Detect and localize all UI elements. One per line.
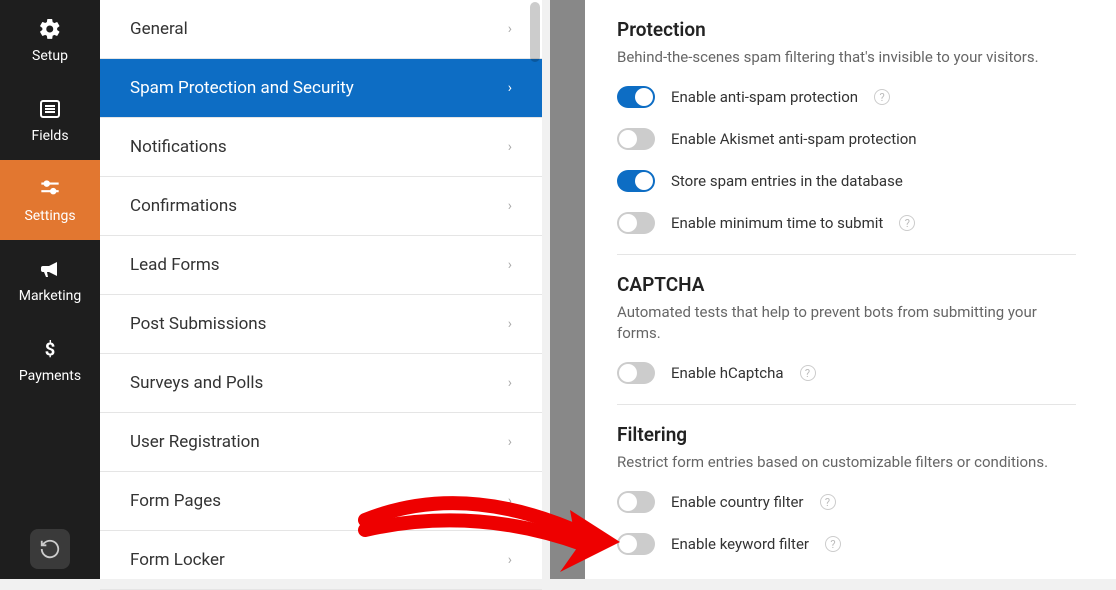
- chevron-right-icon: ›: [508, 198, 512, 214]
- panel-divider: [550, 0, 585, 579]
- option-row: Store spam entries in the database: [617, 170, 1076, 192]
- chevron-right-icon: ›: [508, 552, 512, 568]
- submenu-item-label: Form Pages: [130, 491, 221, 511]
- option-label: Enable hCaptcha: [671, 364, 784, 382]
- dollar-icon: $: [37, 336, 63, 362]
- submenu-item[interactable]: Form Locker ›: [100, 531, 542, 590]
- help-icon[interactable]: ?: [899, 215, 915, 231]
- submenu-item[interactable]: Form Pages ›: [100, 472, 542, 531]
- option-label: Enable Akismet anti-spam protection: [671, 130, 917, 148]
- rail-item-label: Payments: [19, 368, 81, 384]
- settings-submenu: General›Spam Protection and Security›Not…: [100, 0, 550, 579]
- option-label: Enable anti-spam protection: [671, 88, 858, 106]
- submenu-item-label: Notifications: [130, 137, 227, 157]
- bullhorn-icon: [37, 256, 63, 282]
- rail-item-payments[interactable]: $ Payments: [0, 320, 100, 400]
- rail-item-label: Fields: [31, 128, 68, 144]
- submenu-item-label: Lead Forms: [130, 255, 220, 275]
- submenu-item[interactable]: Notifications ›: [100, 118, 542, 177]
- rail-history-button[interactable]: [0, 519, 100, 579]
- submenu-item[interactable]: Confirmations ›: [100, 177, 542, 236]
- toggle-switch[interactable]: [617, 170, 655, 192]
- rail-item-fields[interactable]: Fields: [0, 80, 100, 160]
- submenu-item[interactable]: User Registration ›: [100, 413, 542, 472]
- submenu-item-label: Form Locker: [130, 550, 225, 570]
- submenu-item[interactable]: Post Submissions ›: [100, 295, 542, 354]
- section-subtitle: Automated tests that help to prevent bot…: [617, 302, 1076, 344]
- rail-item-label: Marketing: [19, 288, 82, 304]
- toggle-switch[interactable]: [617, 533, 655, 555]
- submenu-item-label: Spam Protection and Security: [130, 78, 354, 98]
- option-row: Enable hCaptcha?: [617, 362, 1076, 384]
- option-label: Enable keyword filter: [671, 535, 809, 553]
- help-icon[interactable]: ?: [825, 536, 841, 552]
- submenu-item-label: Confirmations: [130, 196, 237, 216]
- help-icon[interactable]: ?: [800, 365, 816, 381]
- chevron-right-icon: ›: [508, 257, 512, 273]
- rail-item-settings[interactable]: Settings: [0, 160, 100, 240]
- sliders-icon: [37, 176, 63, 202]
- submenu-item[interactable]: General ›: [100, 0, 542, 59]
- toggle-switch[interactable]: [617, 491, 655, 513]
- rail-item-marketing[interactable]: Marketing: [0, 240, 100, 320]
- option-label: Enable minimum time to submit: [671, 214, 883, 232]
- submenu-item-label: General: [130, 19, 188, 39]
- history-icon: [30, 529, 70, 569]
- submenu-item[interactable]: Lead Forms ›: [100, 236, 542, 295]
- left-rail: Setup Fields Settings Marketing $ Paymen…: [0, 0, 100, 579]
- section-title: Protection: [617, 18, 1076, 41]
- option-row: Enable Akismet anti-spam protection: [617, 128, 1076, 150]
- option-row: Enable anti-spam protection?: [617, 86, 1076, 108]
- rail-item-label: Settings: [24, 208, 75, 224]
- section-subtitle: Restrict form entries based on customiza…: [617, 452, 1076, 473]
- section-divider: [617, 254, 1076, 255]
- option-row: Enable keyword filter?: [617, 533, 1076, 555]
- chevron-right-icon: ›: [508, 493, 512, 509]
- help-icon[interactable]: ?: [820, 494, 836, 510]
- section-title: CAPTCHA: [617, 273, 1076, 296]
- settings-panel: Protection Behind-the-scenes spam filteri…: [585, 0, 1116, 579]
- toggle-switch[interactable]: [617, 128, 655, 150]
- scrollbar-thumb[interactable]: [530, 2, 540, 62]
- help-icon[interactable]: ?: [874, 89, 890, 105]
- toggle-switch[interactable]: [617, 212, 655, 234]
- option-label: Enable country filter: [671, 493, 804, 511]
- option-label: Store spam entries in the database: [671, 172, 903, 190]
- chevron-right-icon: ›: [508, 316, 512, 332]
- submenu-item-label: Surveys and Polls: [130, 373, 263, 393]
- svg-text:$: $: [45, 340, 56, 361]
- rail-item-label: Setup: [32, 48, 68, 64]
- submenu-item[interactable]: Spam Protection and Security ›: [100, 59, 542, 118]
- option-row: Enable country filter?: [617, 491, 1076, 513]
- submenu-item-label: Post Submissions: [130, 314, 266, 334]
- chevron-right-icon: ›: [508, 80, 512, 96]
- chevron-right-icon: ›: [508, 21, 512, 37]
- submenu-item[interactable]: Surveys and Polls ›: [100, 354, 542, 413]
- section-title: Filtering: [617, 423, 1076, 446]
- section-subtitle: Behind-the-scenes spam filtering that's …: [617, 47, 1076, 68]
- gear-icon: [37, 16, 63, 42]
- option-row: Enable minimum time to submit?: [617, 212, 1076, 234]
- toggle-switch[interactable]: [617, 362, 655, 384]
- section-divider: [617, 404, 1076, 405]
- chevron-right-icon: ›: [508, 434, 512, 450]
- list-icon: [37, 96, 63, 122]
- submenu-item-label: User Registration: [130, 432, 260, 452]
- chevron-right-icon: ›: [508, 139, 512, 155]
- rail-item-setup[interactable]: Setup: [0, 0, 100, 80]
- toggle-switch[interactable]: [617, 86, 655, 108]
- chevron-right-icon: ›: [508, 375, 512, 391]
